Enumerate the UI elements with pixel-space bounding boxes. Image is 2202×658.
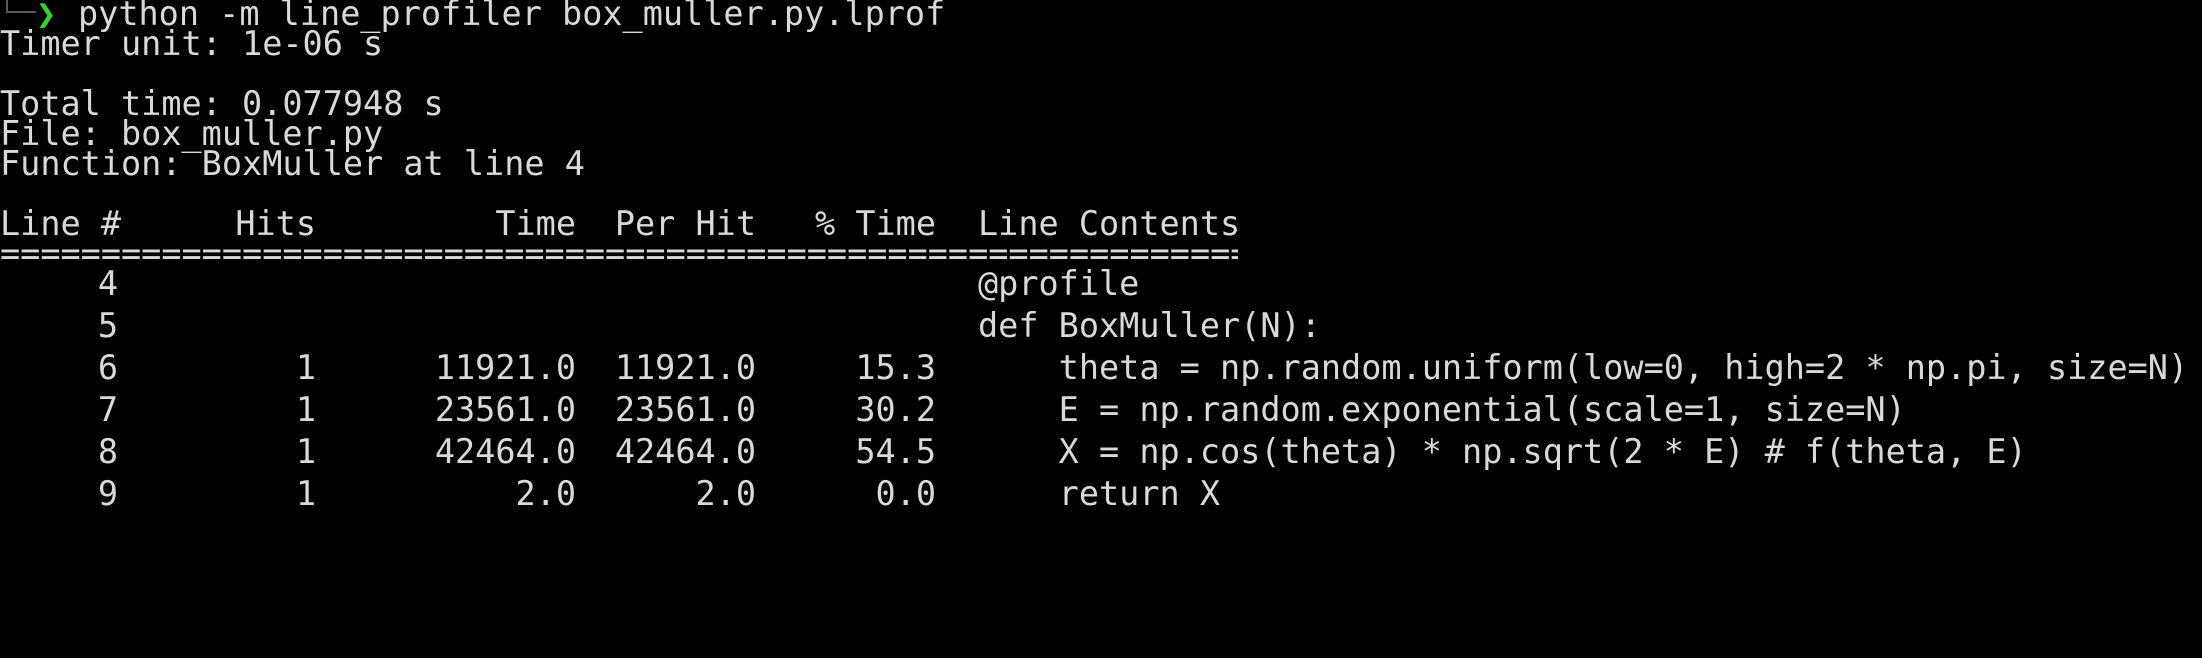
cell-line-contents: E = np.random.exponential(scale=1, size=… xyxy=(978,390,1906,429)
cell-line-no: 8 xyxy=(97,432,118,471)
cell-line-contents: @profile xyxy=(978,264,1140,303)
cell-line-contents: def BoxMuller(N): xyxy=(978,306,1321,345)
table-row: 4 @profile xyxy=(0,263,2202,305)
cell-pct-time: 54.5 xyxy=(855,432,936,471)
table-row: 5 def BoxMuller(N): xyxy=(0,305,2202,347)
table-row: 7 1 23561.0 23561.0 30.2 E = np.random.expon… xyxy=(0,389,2202,431)
cell-line-no: 6 xyxy=(97,348,118,387)
table-row: 8 1 42464.0 42464.0 54.5 X = np.cos(theta) *… xyxy=(0,431,2202,473)
table-row: 9 1 2.0 2.0 0.0 return X xyxy=(0,473,2202,515)
cell-pct-time: 30.2 xyxy=(855,390,936,429)
prompt-corner-icon xyxy=(6,0,36,13)
cell-line-contents: return X xyxy=(978,474,1221,513)
cell-per-hit: 23561.0 xyxy=(614,390,756,429)
cell-time: 42464.0 xyxy=(434,432,576,471)
cell-line-no: 5 xyxy=(97,306,118,345)
cell-hits: 1 xyxy=(295,390,316,429)
function-text: Function: BoxMuller at line 4 xyxy=(0,144,585,183)
cell-per-hit: 2.0 xyxy=(695,474,756,513)
cell-line-no: 4 xyxy=(97,264,118,303)
cell-time: 23561.0 xyxy=(434,390,576,429)
cell-hits: 1 xyxy=(295,474,316,513)
cell-line-contents: theta = np.random.uniform(low=0, high=2 … xyxy=(978,348,2189,387)
timer-unit-text: Timer unit: 1e-06 s xyxy=(0,24,384,63)
cell-line-no: 7 xyxy=(97,390,118,429)
cell-pct-time: 15.3 xyxy=(855,348,936,387)
terminal-window[interactable]: ❯ python -m line_profiler box_muller.py.… xyxy=(0,0,2202,658)
cell-time: 2.0 xyxy=(515,474,576,513)
cell-line-no: 9 xyxy=(97,474,118,513)
cell-hits: 1 xyxy=(295,348,316,387)
cell-hits: 1 xyxy=(295,432,316,471)
cell-line-contents: X = np.cos(theta) * np.sqrt(2 * E) # f(t… xyxy=(978,432,2027,471)
cell-time: 11921.0 xyxy=(434,348,576,387)
cell-per-hit: 11921.0 xyxy=(614,348,756,387)
table-row: 6 1 11921.0 11921.0 15.3 theta = np.random.u… xyxy=(0,347,2202,389)
cell-pct-time: 0.0 xyxy=(875,474,936,513)
cell-per-hit: 42464.0 xyxy=(614,432,756,471)
